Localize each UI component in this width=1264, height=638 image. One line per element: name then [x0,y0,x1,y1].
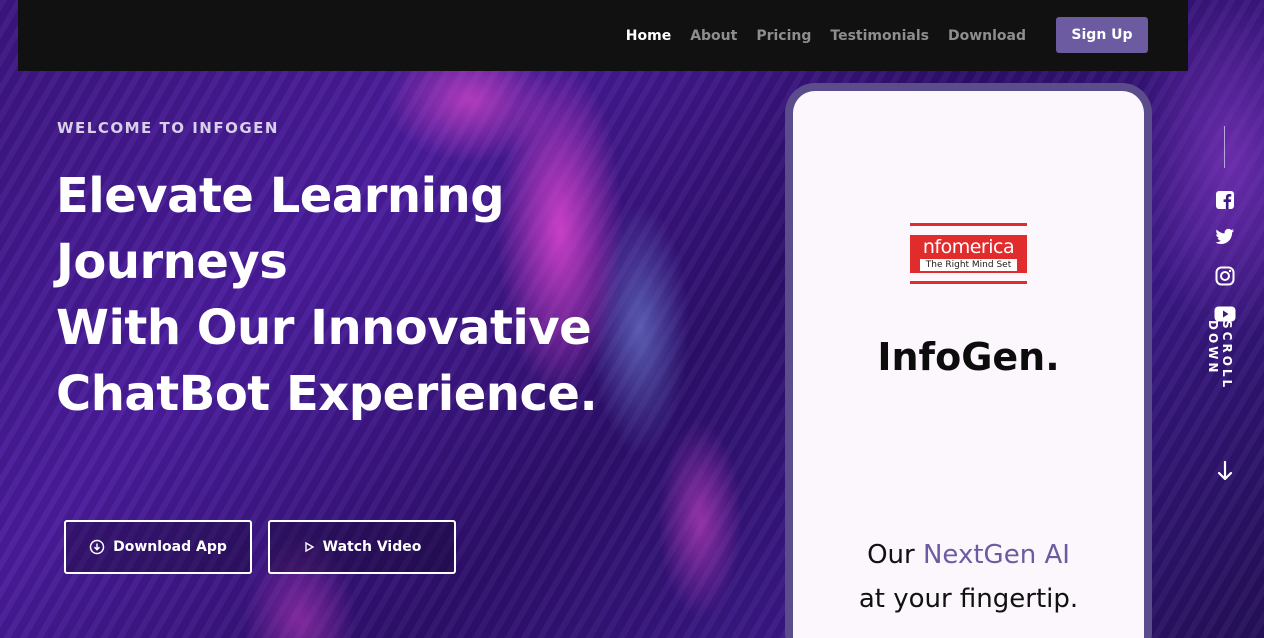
download-circle-icon [89,539,105,555]
watch-video-label: Watch Video [322,539,422,555]
nav-testimonials[interactable]: Testimonials [830,28,929,44]
phone-tagline: Our NextGen AI at your fingertip. [793,533,1144,621]
watch-video-button[interactable]: Watch Video [268,520,456,574]
download-app-button[interactable]: Download App [64,520,252,574]
navbar: Home About Pricing Testimonials Download… [18,0,1188,71]
nav-download[interactable]: Download [948,28,1026,44]
logo-tagline: The Right Mind Set [920,259,1017,271]
nav-about[interactable]: About [690,28,737,44]
hero-headline: Elevate Learning Journeys With Our Innov… [56,163,656,427]
tagline-line-2: at your fingertip. [858,584,1079,614]
phone-screen: nfomerica The Right Mind Set InfoGen. Ou… [793,91,1144,638]
logo-bottom-bar [910,281,1027,284]
sidebar-divider [1224,126,1225,168]
scroll-down-label: SCROLL DOWN [1206,320,1234,391]
logo-top-bar [910,223,1027,226]
tagline-line-1: Our NextGen AI [793,533,1144,577]
headline-line-3: With Our Innovative [56,300,592,356]
nav-home[interactable]: Home [626,28,671,44]
instagram-icon[interactable] [1214,265,1236,287]
nav-links: Home About Pricing Testimonials Download [626,0,1026,71]
facebook-icon[interactable] [1214,189,1236,211]
tagline-prefix: Our [867,540,923,570]
logo-word: nfomerica [922,236,1015,258]
phone-mockup: nfomerica The Right Mind Set InfoGen. Ou… [785,83,1152,638]
twitter-icon[interactable] [1214,226,1236,248]
tagline-accent: NextGen AI [922,540,1070,570]
brand-name: InfoGen. [877,335,1060,379]
nav-pricing[interactable]: Pricing [756,28,811,44]
download-app-label: Download App [113,539,227,555]
hero-kicker: WELCOME TO INFOGEN [57,119,279,137]
headline-line-2: Journeys [56,234,288,290]
sign-up-button[interactable]: Sign Up [1056,17,1148,53]
infomerica-logo: nfomerica The Right Mind Set [910,223,1027,285]
headline-line-1: Elevate Learning [56,168,505,224]
headline-line-4: ChatBot Experience. [56,366,598,422]
arrow-down-icon[interactable] [1214,459,1236,483]
play-icon [303,541,315,553]
